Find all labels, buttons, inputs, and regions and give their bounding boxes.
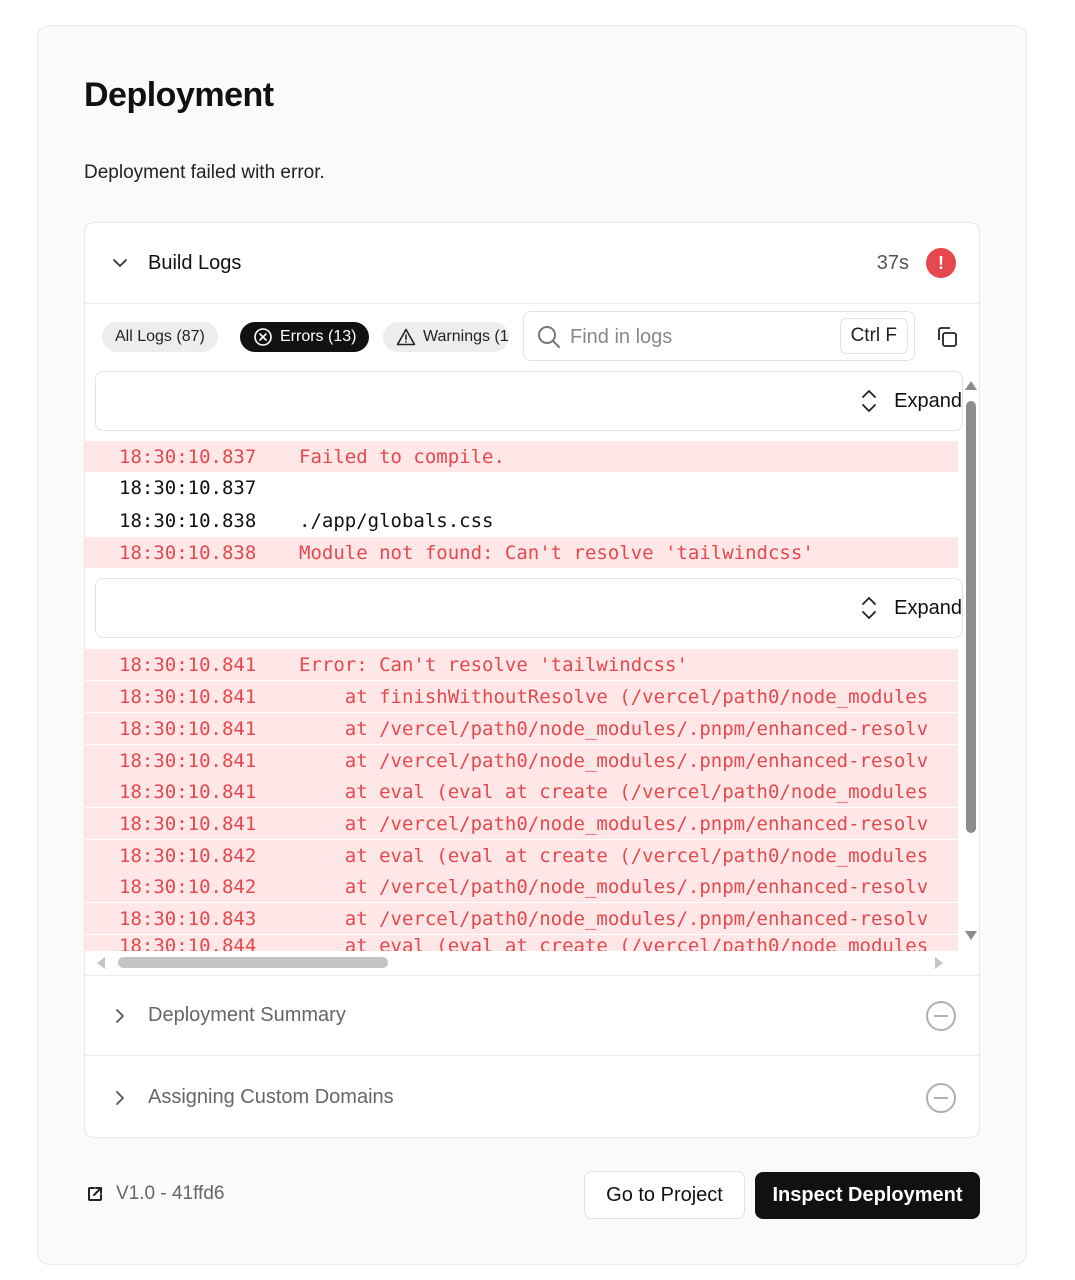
log-message: at /vercel/path0/node_modules/.pnpm/enha… <box>299 749 929 772</box>
warning-triangle-icon <box>396 327 416 347</box>
collapsed-lines-row: Expand <box>95 371 963 431</box>
log-timestamp: 18:30:10.837 <box>119 445 257 468</box>
log-timestamp: 18:30:10.843 <box>119 907 257 930</box>
filter-all-label: All Logs (87) <box>115 328 205 345</box>
log-timestamp: 18:30:10.842 <box>119 844 257 867</box>
log-timestamp: 18:30:10.841 <box>119 780 257 803</box>
log-timestamp: 18:30:10.837 <box>119 476 257 499</box>
search-shortcut: Ctrl F <box>839 318 908 354</box>
log-search[interactable]: Ctrl F <box>523 311 915 361</box>
external-link-icon <box>86 1185 104 1203</box>
page-title: Deployment <box>84 76 274 114</box>
deployment-status: Deployment failed with error. <box>84 162 325 183</box>
log-line: 18:30:10.844 at eval (eval at create (/v… <box>85 935 958 951</box>
log-line: 18:30:10.841 at eval (eval at create (/v… <box>85 776 958 807</box>
expand-button[interactable]: Expand <box>860 386 962 416</box>
collapsed-lines-row: Expand <box>95 578 963 638</box>
log-message: Module not found: Can't resolve 'tailwin… <box>299 541 814 564</box>
scroll-down-icon[interactable] <box>965 931 977 940</box>
deployment-summary-title: Deployment Summary <box>148 1004 346 1026</box>
error-status-icon: ! <box>926 248 956 278</box>
log-timestamp: 18:30:10.842 <box>119 875 257 898</box>
build-duration: 37s <box>876 251 909 274</box>
filter-warnings[interactable]: Warnings (1 <box>383 322 509 352</box>
chevron-right-icon <box>109 1005 131 1027</box>
filter-all-logs[interactable]: All Logs (87) <box>102 322 218 352</box>
log-timestamp: 18:30:10.841 <box>119 717 257 740</box>
filter-warnings-label: Warnings (1 <box>423 328 509 345</box>
log-line: 18:30:10.838 Module not found: Can't res… <box>85 537 958 568</box>
log-toolbar: All Logs (87) Errors (13) Warnings (1 Ct… <box>85 305 979 371</box>
log-message: at eval (eval at create (/vercel/path0/n… <box>299 844 929 867</box>
version-link[interactable]: V1.0 - 41ffd6 <box>86 1183 224 1205</box>
log-line: 18:30:10.841 at /vercel/path0/node_modul… <box>85 745 958 776</box>
chevron-right-icon <box>109 1087 131 1109</box>
vertical-scrollbar[interactable] <box>962 371 979 951</box>
search-icon <box>536 324 562 355</box>
x-circle-icon <box>253 327 273 347</box>
log-message: at eval (eval at create (/vercel/path0/n… <box>299 935 929 951</box>
scroll-up-icon[interactable] <box>965 381 977 390</box>
log-message: at /vercel/path0/node_modules/.pnpm/enha… <box>299 875 929 898</box>
expand-label: Expand <box>894 389 962 412</box>
log-timestamp: 18:30:10.841 <box>119 653 257 676</box>
log-message: at /vercel/path0/node_modules/.pnpm/enha… <box>299 812 929 835</box>
horizontal-scrollbar[interactable] <box>85 951 962 974</box>
scrollbar-thumb[interactable] <box>966 401 976 833</box>
log-timestamp: 18:30:10.838 <box>119 541 257 564</box>
chevron-up-down-icon <box>860 595 878 621</box>
log-line: 18:30:10.841 Error: Can't resolve 'tailw… <box>85 649 958 680</box>
log-line: 18:30:10.838 ./app/globals.css <box>85 505 958 536</box>
log-timestamp: 18:30:10.838 <box>119 509 257 532</box>
build-logs-header[interactable]: Build Logs 37s ! <box>85 223 979 304</box>
build-logs-title: Build Logs <box>148 251 242 274</box>
inspect-deployment-button[interactable]: Inspect Deployment <box>755 1172 980 1219</box>
log-search-input[interactable] <box>570 322 830 352</box>
custom-domains-header[interactable]: Assigning Custom Domains <box>85 1057 979 1137</box>
filter-errors[interactable]: Errors (13) <box>240 322 370 352</box>
scroll-left-icon[interactable] <box>97 957 105 969</box>
log-timestamp: 18:30:10.841 <box>119 749 257 772</box>
chevron-down-icon <box>109 252 131 274</box>
log-message: at finishWithoutResolve (/vercel/path0/n… <box>299 685 929 708</box>
go-to-project-button[interactable]: Go to Project <box>584 1171 745 1219</box>
minus-circle-icon <box>926 1082 956 1113</box>
filter-errors-label: Errors (13) <box>280 328 357 345</box>
log-line: 18:30:10.841 at finishWithoutResolve (/v… <box>85 681 958 712</box>
log-line: 18:30:10.843 at /vercel/path0/node_modul… <box>85 903 958 934</box>
log-message: Error: Can't resolve 'tailwindcss' <box>299 653 688 676</box>
log-timestamp: 18:30:10.841 <box>119 685 257 708</box>
log-timestamp: 18:30:10.841 <box>119 812 257 835</box>
minus-circle-icon <box>926 1000 956 1031</box>
log-message: at /vercel/path0/node_modules/.pnpm/enha… <box>299 717 929 740</box>
log-line: 18:30:10.837 <box>85 472 958 503</box>
scrollbar-thumb[interactable] <box>118 957 388 968</box>
log-message: Failed to compile. <box>299 445 505 468</box>
chevron-up-down-icon <box>860 388 878 414</box>
log-line: 18:30:10.842 at /vercel/path0/node_modul… <box>85 871 958 902</box>
log-line: 18:30:10.841 at /vercel/path0/node_modul… <box>85 808 958 839</box>
expand-label: Expand <box>894 596 962 619</box>
log-line: 18:30:10.841 at /vercel/path0/node_modul… <box>85 713 958 744</box>
copy-icon[interactable] <box>935 325 959 349</box>
log-viewer[interactable]: Expand 18:30:10.837 Failed to compile. 1… <box>85 371 979 974</box>
scroll-right-icon[interactable] <box>935 957 943 969</box>
log-message: ./app/globals.css <box>299 509 494 532</box>
log-line: 18:30:10.837 Failed to compile. <box>85 441 958 472</box>
deployment-steps-panel: Build Logs 37s ! All Logs (87) Errors (1… <box>84 222 980 1138</box>
expand-button[interactable]: Expand <box>860 593 962 623</box>
deployment-summary-header[interactable]: Deployment Summary <box>85 975 979 1056</box>
log-line: 18:30:10.842 at eval (eval at create (/v… <box>85 840 958 871</box>
log-timestamp: 18:30:10.844 <box>119 935 257 951</box>
custom-domains-title: Assigning Custom Domains <box>148 1086 394 1108</box>
log-message: at eval (eval at create (/vercel/path0/n… <box>299 780 929 803</box>
log-message: at /vercel/path0/node_modules/.pnpm/enha… <box>299 907 929 930</box>
version-label: V1.0 - 41ffd6 <box>116 1183 225 1204</box>
